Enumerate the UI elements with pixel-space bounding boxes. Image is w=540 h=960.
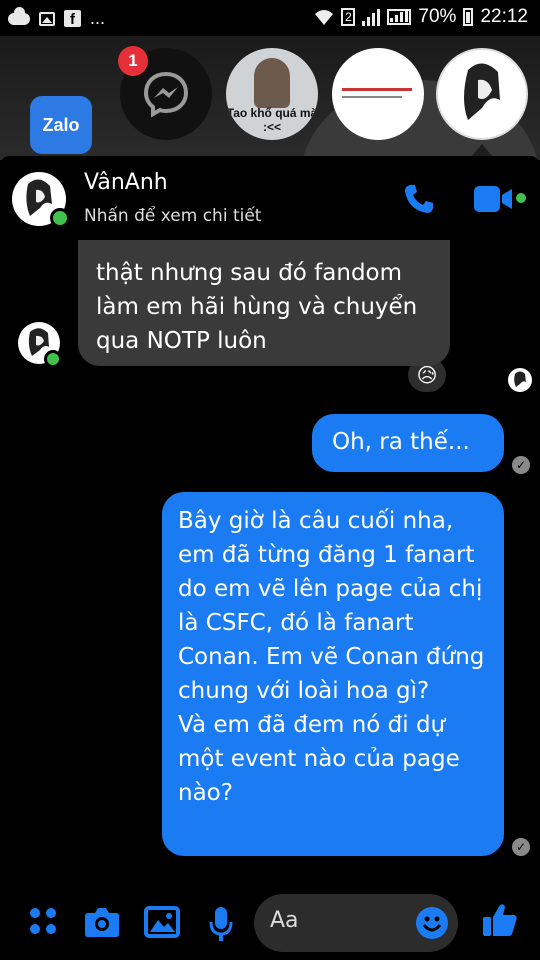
chat-head-group[interactable]: Tao khổ quá mà :<< — [226, 48, 318, 140]
facebook-icon: f — [64, 10, 81, 28]
wifi-icon — [315, 10, 334, 25]
contact-name: VânAnh — [84, 170, 168, 195]
microphone-icon[interactable] — [208, 906, 234, 942]
battery-icon — [463, 8, 474, 26]
message-input-placeholder: Aa — [270, 908, 299, 933]
outgoing-message[interactable]: Oh, ra thế... — [312, 414, 504, 472]
clock: 22:12 — [480, 6, 528, 27]
outgoing-message[interactable]: Bây giờ là câu cuối nha, em đã từng đăng… — [162, 492, 504, 856]
battery-percent: 70% — [418, 6, 457, 27]
signal-icon — [362, 8, 381, 26]
chat-head-caption: Tao khổ quá mà :<< — [226, 106, 318, 134]
anime-avatar-icon — [464, 63, 500, 120]
message-input[interactable]: Aa — [254, 894, 458, 952]
phone-icon[interactable] — [402, 182, 436, 216]
camera-icon[interactable] — [84, 906, 120, 938]
gallery-icon[interactable] — [144, 906, 180, 938]
online-indicator — [50, 208, 70, 228]
status-bar: f ... 2 70% 22:12 — [0, 0, 540, 36]
anime-avatar-icon — [514, 371, 526, 387]
chat-head-screenshot[interactable] — [332, 48, 424, 140]
active-head-pointer — [472, 144, 492, 156]
sender-online-indicator — [44, 350, 62, 368]
messenger-icon — [143, 71, 189, 118]
video-icon[interactable] — [474, 186, 514, 212]
more-notifications: ... — [90, 8, 106, 28]
signal-2-icon — [387, 9, 412, 25]
menu-dots-icon[interactable] — [28, 906, 58, 936]
notification-badge: 1 — [118, 46, 148, 76]
view-details-link[interactable]: Nhấn để xem chi tiết — [84, 206, 261, 226]
sim-badge: 2 — [341, 8, 356, 26]
seen-avatar — [508, 368, 532, 392]
thumbnail-line — [342, 88, 412, 91]
chat-header[interactable]: VânAnh Nhấn để xem chi tiết — [0, 156, 540, 240]
message-composer: Aa — [0, 884, 540, 960]
image-notification-icon — [39, 11, 55, 26]
chat-head-vananh[interactable] — [436, 48, 528, 140]
chat-panel: VânAnh Nhấn để xem chi tiết thật nhưng s… — [0, 156, 540, 960]
delivered-check-icon: ✓ — [512, 838, 530, 856]
chat-head-photo — [254, 58, 290, 108]
video-online-dot — [516, 193, 526, 203]
zalo-app-icon[interactable]: Zalo — [30, 96, 92, 154]
delivered-check-icon: ✓ — [512, 456, 530, 474]
emoji-icon[interactable] — [416, 907, 448, 939]
thumbnail-line — [342, 96, 402, 98]
like-icon[interactable] — [482, 902, 518, 938]
cloud-icon — [8, 6, 30, 25]
